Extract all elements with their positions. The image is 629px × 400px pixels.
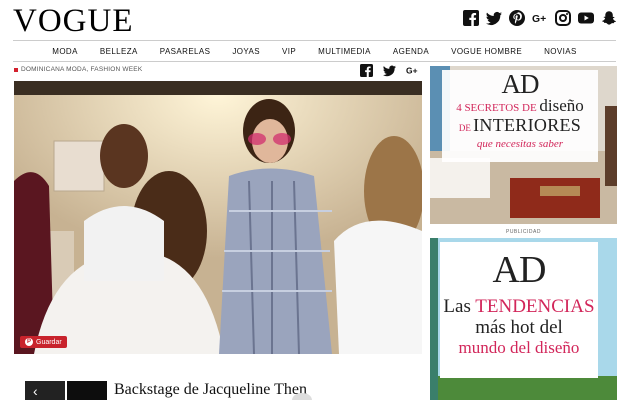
nav-item-novias[interactable]: NOVIAS xyxy=(533,47,588,56)
svg-text:G+: G+ xyxy=(406,66,418,76)
ad-logo: AD xyxy=(501,69,540,99)
ad-line1-b: TENDENCIAS xyxy=(475,296,595,317)
facebook-icon[interactable] xyxy=(463,10,479,26)
nav-item-belleza[interactable]: BELLEZA xyxy=(89,47,149,56)
ad-line2-small: DE xyxy=(458,123,471,133)
ad-banner-trends[interactable]: AD Las TENDENCIAS más hot del mundo del … xyxy=(430,238,617,400)
pinterest-save-button[interactable]: P Guardar xyxy=(20,336,67,348)
nav-item-joyas[interactable]: JOYAS xyxy=(221,47,271,56)
ad-line3: que necesitas saber xyxy=(476,138,564,150)
main-nav: MODA BELLEZA PASARELAS JOYAS VIP MULTIME… xyxy=(13,40,616,62)
article-title[interactable]: Backstage de Jacqueline Then xyxy=(114,381,307,399)
facebook-icon[interactable] xyxy=(360,64,373,77)
nav-item-agenda[interactable]: AGENDA xyxy=(382,47,440,56)
ad-label: PUBLICIDAD xyxy=(505,229,541,235)
nav-item-pasarelas[interactable]: PASARELAS xyxy=(149,47,222,56)
ad-line1-small: 4 SECRETOS DE xyxy=(456,102,537,114)
nav-item-vogue-hombre[interactable]: VOGUE HOMBRE xyxy=(440,47,533,56)
backstage-photo xyxy=(14,81,422,354)
save-label: Guardar xyxy=(36,338,62,346)
share-bar: G+ xyxy=(360,64,419,77)
category-marker xyxy=(14,67,18,72)
svg-text:G+: G+ xyxy=(532,14,546,25)
ad-text-box: AD Las TENDENCIAS más hot del mundo del … xyxy=(440,242,598,378)
article-hero-image[interactable]: P Guardar xyxy=(14,81,422,354)
googleplus-icon[interactable]: G+ xyxy=(406,64,419,77)
youtube-icon[interactable] xyxy=(578,10,594,26)
ad-line2: más hot del xyxy=(475,317,563,338)
nav-item-vip[interactable]: VIP xyxy=(271,47,307,56)
googleplus-icon[interactable]: G+ xyxy=(532,10,548,26)
breadcrumb-text[interactable]: DOMINICANA MODA, FASHION WEEK xyxy=(21,66,142,73)
chevron-left-icon: ‹ xyxy=(33,383,38,399)
ad-text-box: AD 4 SECRETOS DE diseño DE INTERIORES qu… xyxy=(442,70,598,162)
nav-item-moda[interactable]: MODA xyxy=(41,47,89,56)
twitter-icon[interactable] xyxy=(486,10,502,26)
social-links: G+ xyxy=(463,10,617,26)
ad-banner-interiors[interactable]: AD 4 SECRETOS DE diseño DE INTERIORES qu… xyxy=(430,66,617,224)
gallery-thumbnail[interactable] xyxy=(67,381,107,400)
twitter-icon[interactable] xyxy=(383,64,396,77)
ad-line1-a: Las xyxy=(443,296,471,317)
ad-line3: mundo del diseño xyxy=(458,338,580,357)
pinterest-icon[interactable] xyxy=(509,10,525,26)
pinterest-icon: P xyxy=(25,338,33,346)
ad-logo: AD xyxy=(492,249,547,291)
instagram-icon[interactable] xyxy=(555,10,571,26)
breadcrumb[interactable]: DOMINICANA MODA, FASHION WEEK xyxy=(14,66,142,73)
prev-gallery-button[interactable]: ‹ xyxy=(25,381,65,400)
next-button[interactable] xyxy=(292,393,312,400)
ad-line2-big: INTERIORES xyxy=(473,115,582,135)
ad-line1-big: diseño xyxy=(539,96,584,115)
nav-item-multimedia[interactable]: MULTIMEDIA xyxy=(307,47,382,56)
snapchat-icon[interactable] xyxy=(601,10,617,26)
vogue-logo[interactable]: VOGUE xyxy=(13,4,133,38)
